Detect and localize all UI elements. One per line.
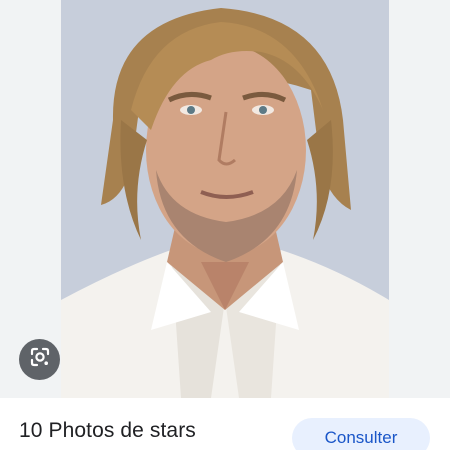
visual-search-button[interactable] [19,339,60,380]
image-viewer-screen: 10 Photos de stars Consulter [0,0,450,450]
visit-button[interactable]: Consulter [292,418,430,450]
google-lens-icon [29,346,51,373]
image-preview-area [0,0,450,398]
result-footer: 10 Photos de stars Consulter [0,398,450,450]
portrait-photo[interactable] [61,0,389,398]
source-title[interactable]: 10 Photos de stars [19,419,196,443]
portrait-illustration [61,0,389,398]
